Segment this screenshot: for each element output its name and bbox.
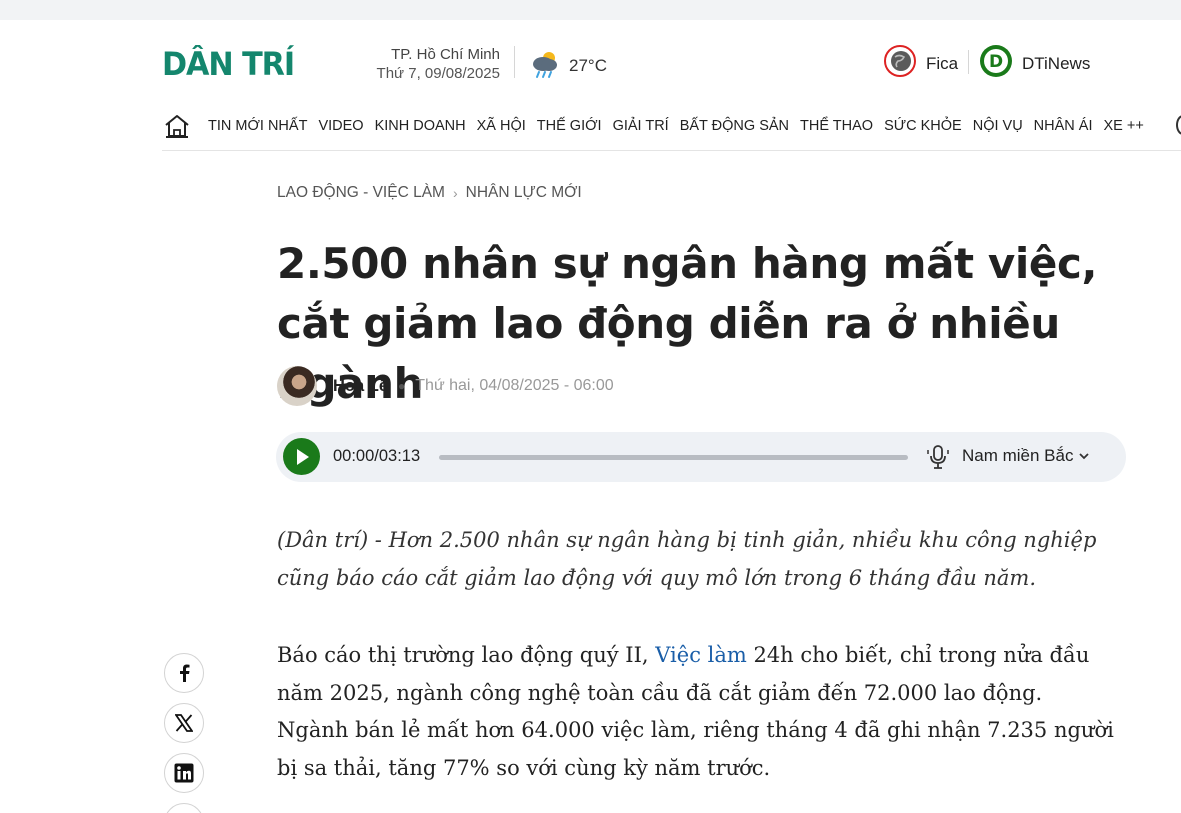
viec-lam-link[interactable]: Việc làm [655,643,747,667]
share-facebook-button[interactable] [164,653,204,693]
main-nav: TIN MỚI NHẤT VIDEO KINH DOANH XÃ HỘI THẾ… [162,110,1155,142]
audio-player: 00:00/03:13 Nam miền Bắc [276,432,1126,482]
separator-dot: ● [398,379,406,393]
partner-fica[interactable]: Fica [884,45,958,82]
nav-divider [162,150,1181,151]
author-name[interactable]: Hoa Lê [333,377,388,396]
nav-item-the-gioi[interactable]: THẾ GIỚI [537,118,602,134]
breadcrumb-parent[interactable]: LAO ĐỘNG - VIỆC LÀM [277,184,445,202]
cloud-sun-rain-icon [529,47,561,84]
article-sapo: (Dân trí) - Hơn 2.500 nhân sự ngân hàng … [277,528,1097,590]
paragraph-text-start: Báo cáo thị trường lao động quý II, [277,643,656,667]
nav-item-xa-hoi[interactable]: XÃ HỘI [477,118,526,134]
chevron-right-icon: › [452,185,458,201]
nav-item-tin-moi-nhat[interactable]: TIN MỚI NHẤT [208,118,307,134]
temperature: 27°C [569,55,607,75]
avatar[interactable] [277,366,317,406]
x-icon [175,714,193,732]
weather-widget[interactable]: 27°C [529,47,607,84]
location-date: TP. Hồ Chí Minh Thứ 7, 09/08/2025 [340,45,500,83]
search-icon[interactable] [1176,115,1181,135]
nav-item-nhan-ai[interactable]: NHÂN ÁI [1034,118,1093,134]
play-button[interactable] [283,438,320,475]
nav-item-xe[interactable]: XE ++ [1104,118,1144,134]
location-label: TP. Hồ Chí Minh [391,46,500,63]
nav-item-giai-tri[interactable]: GIẢI TRÍ [613,118,669,134]
site-logo[interactable]: DÂN TRÍ [162,44,295,84]
chevron-down-icon [1079,453,1090,460]
nav-item-kinh-doanh[interactable]: KINH DOANH [375,118,466,134]
audio-time: 00:00/03:13 [333,447,421,465]
voice-select[interactable]: Nam miền Bắc [962,446,1090,466]
publish-time: Thứ hai, 04/08/2025 - 06:00 [415,377,614,394]
play-icon [296,448,309,465]
svg-text:D: D [989,52,1003,72]
browser-top-strip [0,0,1181,20]
nav-item-noi-vu[interactable]: NỘI VỤ [973,118,1023,134]
header-divider [514,46,515,78]
logo-text: DÂN TRÍ [162,45,295,83]
nav-item-bat-dong-san[interactable]: BẤT ĐỘNG SẢN [680,118,789,134]
breadcrumb-current[interactable]: NHÂN LỰC MỚI [466,184,582,202]
home-icon[interactable] [162,112,192,140]
share-x-button[interactable] [164,703,204,743]
facebook-icon [180,664,190,682]
author-line: Hoa Lê ● Thứ hai, 04/08/2025 - 06:00 [277,366,614,406]
share-linkedin-button[interactable] [164,753,204,793]
linkedin-icon [174,763,194,783]
fica-globe-icon [884,45,916,82]
voice-label: Nam miền Bắc [962,446,1074,465]
dtinews-d-icon: D [980,45,1012,82]
audio-progress-track[interactable] [439,455,908,460]
nav-item-suc-khoe[interactable]: SỨC KHỎE [884,118,962,134]
nav-item-the-thao[interactable]: THỂ THAO [800,118,873,134]
article-paragraph: Báo cáo thị trường lao động quý II, Việc… [277,637,1117,787]
fica-label: Fica [926,53,959,73]
share-more-button[interactable] [164,803,204,813]
nav-item-video[interactable]: VIDEO [318,118,363,134]
partner-divider [968,50,969,74]
breadcrumb: LAO ĐỘNG - VIỆC LÀM › NHÂN LỰC MỚI [277,184,582,202]
date-label: Thứ 7, 09/08/2025 [376,65,500,82]
dtinews-label: DTiNews [1022,53,1091,73]
partner-dtinews[interactable]: D DTiNews [980,45,1090,82]
microphone-icon [926,444,950,470]
